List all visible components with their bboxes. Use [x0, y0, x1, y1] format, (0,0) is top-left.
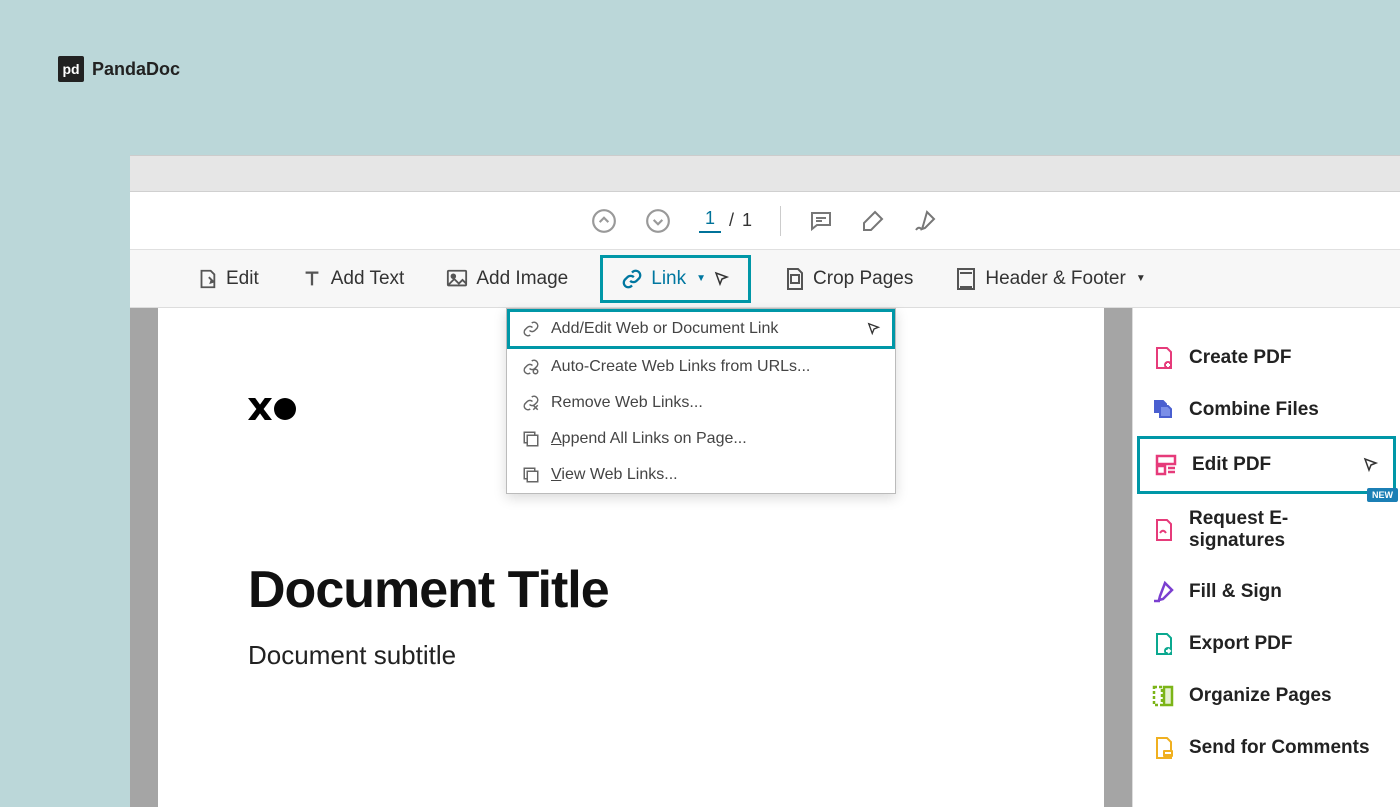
- sidebar-send-comments[interactable]: Send for Comments: [1133, 722, 1400, 774]
- sidebar-item-label: Fill & Sign: [1189, 581, 1282, 603]
- crop-icon: [783, 268, 805, 290]
- sidebar-edit-pdf[interactable]: Edit PDF: [1137, 436, 1396, 494]
- link-label: Link: [651, 268, 686, 290]
- page-indicator: 1 / 1: [699, 208, 752, 233]
- page-down-button[interactable]: [645, 208, 671, 234]
- tools-sidebar: Create PDF Combine Files Edit PDF: [1132, 308, 1400, 807]
- window-titlebar: [130, 156, 1400, 192]
- sidebar-fill-sign[interactable]: Fill & Sign: [1133, 566, 1400, 618]
- image-icon: [446, 268, 468, 290]
- link-auto-icon: [521, 357, 541, 377]
- cursor-icon: [714, 271, 730, 287]
- edit-pdf-icon: [1154, 453, 1178, 477]
- sidebar-request-esign[interactable]: Request E-signatures NEW: [1133, 494, 1400, 566]
- fill-sign-icon: [1151, 580, 1175, 604]
- sidebar-item-label: Edit PDF: [1192, 454, 1271, 476]
- cursor-icon: [1363, 457, 1379, 473]
- edit-icon: [196, 268, 218, 290]
- link-view-icon: [521, 465, 541, 485]
- sidebar-organize-pages[interactable]: Organize Pages: [1133, 670, 1400, 722]
- link-remove-icon: [521, 393, 541, 413]
- header-footer-icon: [955, 268, 977, 290]
- add-text-label: Add Text: [331, 268, 405, 290]
- highlight-icon[interactable]: [861, 209, 885, 233]
- brand-name: PandaDoc: [92, 59, 180, 80]
- crop-pages-label: Crop Pages: [813, 268, 913, 290]
- send-comments-icon: [1151, 736, 1175, 760]
- cursor-icon: [867, 322, 881, 336]
- sidebar-item-label: Organize Pages: [1189, 685, 1332, 707]
- sidebar-item-label: Request E-signatures: [1189, 508, 1382, 552]
- link-icon: [621, 268, 643, 290]
- circle-shape-icon: [274, 398, 296, 420]
- menu-add-edit-link[interactable]: Add/Edit Web or Document Link: [507, 309, 895, 349]
- organize-icon: [1151, 684, 1175, 708]
- menu-item-label: Remove Web Links...: [551, 394, 703, 412]
- edit-label: Edit: [226, 268, 259, 290]
- sidebar-item-label: Combine Files: [1189, 399, 1319, 421]
- link-dropdown-menu: Add/Edit Web or Document Link Auto-Creat…: [506, 308, 896, 494]
- export-pdf-icon: [1151, 632, 1175, 656]
- comment-icon[interactable]: [809, 209, 833, 233]
- menu-remove-links[interactable]: Remove Web Links...: [507, 385, 895, 421]
- sidebar-item-label: Export PDF: [1189, 633, 1292, 655]
- menu-item-label: Auto-Create Web Links from URLs...: [551, 358, 810, 376]
- add-image-label: Add Image: [476, 268, 568, 290]
- sidebar-combine-files[interactable]: Combine Files: [1133, 384, 1400, 436]
- brand: pd PandaDoc: [58, 56, 180, 82]
- menu-item-label: Add/Edit Web or Document Link: [551, 320, 778, 338]
- menu-auto-create-links[interactable]: Auto-Create Web Links from URLs...: [507, 349, 895, 385]
- document-subtitle: Document subtitle: [248, 640, 1014, 671]
- brand-logo-icon: pd: [58, 56, 84, 82]
- page-total: 1: [742, 210, 752, 231]
- sidebar-item-label: Create PDF: [1189, 347, 1291, 369]
- menu-item-label: Append All Links on Page...: [551, 430, 747, 448]
- page-current-input[interactable]: 1: [699, 208, 721, 233]
- header-footer-label: Header & Footer: [985, 268, 1125, 290]
- edit-toolbar: Edit Add Text Add Image Link ▼: [130, 250, 1400, 308]
- sidebar-item-label: Send for Comments: [1189, 737, 1370, 759]
- chevron-down-icon: ▼: [696, 273, 706, 284]
- menu-item-label: View Web Links...: [551, 466, 678, 484]
- top-nav: 1 / 1: [130, 192, 1400, 250]
- page-separator: /: [729, 210, 734, 231]
- canvas-area: Document Title Document subtitle Add/Edi…: [130, 308, 1132, 807]
- link-button[interactable]: Link ▼: [600, 255, 751, 303]
- sidebar-create-pdf[interactable]: Create PDF: [1133, 332, 1400, 384]
- workspace: Document Title Document subtitle Add/Edi…: [130, 308, 1400, 807]
- esign-icon: [1151, 518, 1175, 542]
- crop-pages-button[interactable]: Crop Pages: [773, 262, 923, 296]
- add-image-button[interactable]: Add Image: [436, 262, 578, 296]
- link-append-icon: [521, 429, 541, 449]
- app-frame: 1 / 1 Edit Add Text: [130, 155, 1400, 807]
- sign-icon[interactable]: [913, 209, 939, 233]
- create-pdf-icon: [1151, 346, 1175, 370]
- document-title: Document Title: [248, 560, 1014, 620]
- add-text-button[interactable]: Add Text: [291, 262, 415, 296]
- new-badge: NEW: [1367, 488, 1398, 502]
- link-add-icon: [521, 319, 541, 339]
- page-up-button[interactable]: [591, 208, 617, 234]
- edit-button[interactable]: Edit: [186, 262, 269, 296]
- sidebar-export-pdf[interactable]: Export PDF: [1133, 618, 1400, 670]
- combine-files-icon: [1151, 398, 1175, 422]
- chevron-down-icon: ▼: [1136, 273, 1146, 284]
- menu-append-links[interactable]: Append All Links on Page...: [507, 421, 895, 457]
- header-footer-button[interactable]: Header & Footer ▼: [945, 262, 1155, 296]
- x-shape-icon: [248, 398, 272, 420]
- nav-separator: [780, 206, 781, 236]
- text-icon: [301, 268, 323, 290]
- menu-view-links[interactable]: View Web Links...: [507, 457, 895, 493]
